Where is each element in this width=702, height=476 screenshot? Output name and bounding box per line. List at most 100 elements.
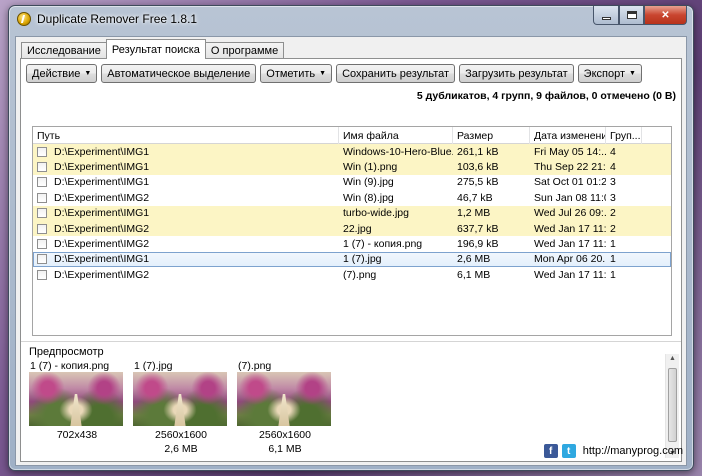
save-result-button[interactable]: Сохранить результат [336, 64, 456, 83]
row-checkbox[interactable] [37, 177, 47, 188]
thumbnail-dimensions: 2560x1600 [155, 429, 207, 441]
cell-group-text: 1 [610, 253, 616, 266]
table-row[interactable]: D:\Experiment\IMG1 turbo-wide.jpg 1,2 MB We… [33, 205, 671, 221]
row-checkbox[interactable] [37, 192, 47, 203]
app-icon [17, 12, 31, 26]
preview-thumbnail[interactable]: (7).png 2560x1600 6,1 MB [235, 358, 335, 458]
cell-date-text: Thu Sep 22 21:... [534, 161, 606, 174]
table-row[interactable]: D:\Experiment\IMG1 Win (9).jpg 275,5 kB Sat… [33, 175, 671, 190]
thumbnail-filesize: 2,6 MB [164, 443, 198, 455]
table-row[interactable]: D:\Experiment\IMG1 Win (1).png 103,6 kB Thu… [33, 159, 671, 175]
maximize-icon [626, 11, 637, 19]
thumbnail-image [29, 372, 123, 426]
cell-size: 637,7 kB [453, 221, 530, 236]
row-checkbox[interactable] [37, 254, 47, 265]
tab-about[interactable]: О программе [204, 42, 285, 59]
cell-path: D:\Experiment\IMG1 [33, 252, 339, 267]
cell-filename-text: Win (9).jpg [343, 176, 394, 189]
row-checkbox[interactable] [37, 239, 47, 250]
mark-dropdown-button[interactable]: Отметить ▼ [260, 64, 333, 83]
close-button[interactable]: ✕ [644, 6, 687, 25]
cell-filename: Windows-10-Hero-Blue... [339, 144, 453, 159]
footer-links: f t http://manyprog.com [543, 444, 683, 458]
cell-group-text: 3 [610, 191, 616, 204]
row-checkbox[interactable] [37, 162, 47, 173]
caret-down-icon: ▼ [84, 70, 92, 77]
cell-path-text: D:\Experiment\IMG2 [54, 222, 150, 235]
row-checkbox[interactable] [37, 146, 47, 157]
row-checkbox[interactable] [37, 269, 47, 280]
cell-size: 6,1 MB [453, 267, 530, 282]
cell-path-text: D:\Experiment\IMG1 [54, 207, 150, 220]
cell-size-text: 2,6 MB [457, 253, 491, 266]
cell-filename: 1 (7).jpg [339, 252, 453, 267]
column-header-group[interactable]: Груп... [606, 127, 642, 144]
cell-path-text: D:\Experiment\IMG2 [54, 191, 150, 204]
tab-research[interactable]: Исследование [21, 42, 107, 59]
action-dropdown-button[interactable]: Действие ▼ [26, 64, 98, 83]
mark-label: Отметить [266, 67, 316, 80]
table-row[interactable]: D:\Experiment\IMG1 1 (7).jpg 2,6 MB Mon Apr… [33, 251, 671, 268]
auto-select-button[interactable]: Автоматическое выделение [101, 64, 257, 83]
caret-down-icon: ▼ [319, 70, 327, 77]
row-checkbox[interactable] [37, 223, 47, 234]
preview-thumbnail[interactable]: 1 (7).jpg 2560x1600 2,6 MB [131, 358, 231, 458]
table-body: D:\Experiment\IMG1 Windows-10-Hero-Blue..… [33, 144, 671, 283]
close-icon: ✕ [661, 9, 670, 21]
table-row[interactable]: D:\Experiment\IMG2 22.jpg 637,7 kB Wed Jan … [33, 220, 671, 237]
cell-path-text: D:\Experiment\IMG1 [54, 176, 150, 189]
cell-size: 2,6 MB [453, 252, 530, 267]
results-table[interactable]: Путь Имя файла Размер Дата изменения Гру… [32, 126, 672, 336]
scroll-up-icon[interactable]: ▲ [669, 355, 676, 362]
table-row[interactable]: D:\Experiment\IMG2 Win (8).jpg 46,7 kB Sun … [33, 190, 671, 205]
app-window: Duplicate Remover Free 1.8.1 ✕ Исследова… [8, 5, 694, 471]
cell-size: 103,6 kB [453, 159, 530, 174]
title-bar[interactable]: Duplicate Remover Free 1.8.1 ✕ [9, 6, 693, 32]
table-row[interactable]: D:\Experiment\IMG2 (7).png 6,1 MB Wed Jan 1… [33, 267, 671, 282]
cell-group: 1 [606, 267, 642, 282]
search-results-panel: Действие ▼ Автоматическое выделение Отмет… [20, 58, 682, 462]
thumbnail-title: (7).png [238, 360, 272, 372]
cell-date: Fri May 05 14:... [530, 144, 606, 159]
cell-date: Thu Sep 22 21:... [530, 159, 606, 174]
cell-size: 196,9 kB [453, 236, 530, 251]
facebook-icon[interactable]: f [543, 444, 558, 458]
cell-date-text: Mon Apr 06 20... [534, 253, 606, 266]
column-header-path[interactable]: Путь [33, 127, 339, 144]
twitter-icon[interactable]: t [561, 444, 576, 458]
cell-path: D:\Experiment\IMG1 [33, 175, 339, 190]
cell-size-text: 103,6 kB [457, 161, 499, 174]
minimize-button[interactable] [593, 6, 619, 25]
cell-filename: Win (9).jpg [339, 175, 453, 190]
cell-filename-text: Win (1).png [343, 161, 398, 174]
cell-filename-text: (7).png [343, 268, 377, 281]
cell-size: 1,2 MB [453, 206, 530, 221]
scrollbar-thumb[interactable] [668, 368, 677, 442]
thumbnail-dimensions: 2560x1600 [259, 429, 311, 441]
column-header-filename[interactable]: Имя файла [339, 127, 453, 144]
cell-group-text: 1 [610, 268, 616, 281]
table-row[interactable]: D:\Experiment\IMG1 Windows-10-Hero-Blue..… [33, 144, 671, 160]
toolbar: Действие ▼ Автоматическое выделение Отмет… [26, 64, 642, 83]
cell-size-text: 261,1 kB [457, 145, 499, 158]
row-checkbox[interactable] [37, 208, 47, 219]
cell-date-text: Wed Jan 17 11:... [534, 238, 606, 251]
cell-date: Mon Apr 06 20... [530, 252, 606, 267]
column-header-date[interactable]: Дата изменения [530, 127, 606, 144]
cell-group-text: 1 [610, 238, 616, 251]
table-row[interactable]: D:\Experiment\IMG2 1 (7) - копия.png 196,9… [33, 236, 671, 251]
maximize-button[interactable] [619, 6, 644, 25]
thumbnail-strip: 1 (7) - копия.png 702x438 1 (7).jpg 2560x16… [27, 358, 335, 458]
cell-path: D:\Experiment\IMG2 [33, 190, 339, 205]
website-link[interactable]: http://manyprog.com [583, 445, 683, 457]
export-dropdown-button[interactable]: Экспорт ▼ [577, 64, 642, 83]
cell-path: D:\Experiment\IMG1 [33, 206, 339, 221]
tab-search-results[interactable]: Результат поиска [105, 39, 206, 59]
cell-size-text: 275,5 kB [457, 176, 499, 189]
cell-path-text: D:\Experiment\IMG1 [54, 161, 150, 174]
cell-group-text: 4 [610, 145, 616, 158]
preview-scrollbar[interactable]: ▲ ▼ [665, 354, 679, 458]
column-header-size[interactable]: Размер [453, 127, 530, 144]
preview-thumbnail[interactable]: 1 (7) - копия.png 702x438 [27, 358, 127, 458]
load-result-button[interactable]: Загрузить результат [459, 64, 574, 83]
